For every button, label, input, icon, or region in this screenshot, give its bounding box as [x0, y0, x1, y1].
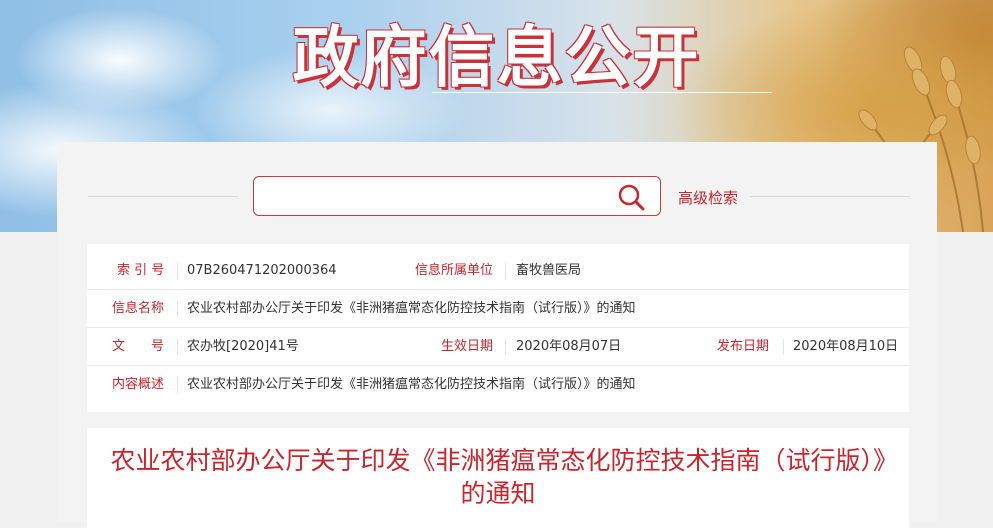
search-input[interactable]: [262, 181, 606, 213]
info-name-value: 农业农村部办公厅关于印发《非洲猪瘟常态化防控技术指南（试行版）》的通知: [187, 301, 636, 316]
meta-separator: [177, 263, 178, 279]
article-card: 农业农村部办公厅关于印发《非洲猪瘟常态化防控技术指南（试行版）》的通知: [87, 428, 909, 528]
meta-separator: [177, 301, 178, 317]
meta-row-summary: 内容概述 农业农村部办公厅关于印发《非洲猪瘟常态化防控技术指南（试行版）》的通知: [87, 366, 909, 404]
info-metadata-table: 索 引 号 07B260471202000364 信息所属单位 畜牧兽医局 信息…: [87, 244, 909, 412]
article-title: 农业农村部办公厅关于印发《非洲猪瘟常态化防控技术指南（试行版）》的通知: [110, 446, 886, 508]
search-divider-left: [88, 196, 238, 197]
search-bar: 高级检索: [88, 176, 910, 218]
unit-value: 畜牧兽医局: [516, 263, 582, 278]
doc-number-label: 文 号: [112, 339, 165, 354]
search-icon[interactable]: [616, 182, 646, 212]
index-number-value: 07B260471202000364: [187, 263, 337, 278]
publish-date-value: 2020年08月10日: [793, 339, 899, 354]
meta-row-doc: 文 号 农办牧[2020]41号 生效日期 2020年08月07日 发布日期 2…: [87, 328, 909, 366]
banner-title: 政府信息公开: [292, 19, 701, 96]
search-box[interactable]: [253, 176, 661, 216]
unit-label: 信息所属单位: [415, 263, 494, 278]
meta-separator: [177, 377, 178, 393]
search-divider-right: [750, 196, 910, 197]
meta-row-index: 索 引 号 07B260471202000364 信息所属单位 畜牧兽医局: [87, 252, 909, 290]
meta-separator: [505, 263, 506, 279]
meta-separator: [177, 339, 178, 355]
publish-date-label: 发布日期: [717, 339, 770, 354]
advanced-search-link[interactable]: 高级检索: [678, 187, 738, 208]
info-name-label: 信息名称: [112, 301, 165, 316]
meta-separator: [505, 339, 506, 355]
meta-separator: [783, 339, 784, 355]
doc-number-value: 农办牧[2020]41号: [187, 339, 299, 354]
effective-date-value: 2020年08月07日: [516, 339, 622, 354]
banner-divider: [432, 92, 772, 93]
summary-label: 内容概述: [112, 377, 165, 392]
index-number-label: 索 引 号: [117, 263, 165, 278]
meta-row-name: 信息名称 农业农村部办公厅关于印发《非洲猪瘟常态化防控技术指南（试行版）》的通知: [87, 290, 909, 328]
summary-value: 农业农村部办公厅关于印发《非洲猪瘟常态化防控技术指南（试行版）》的通知: [187, 377, 636, 392]
effective-date-label: 生效日期: [441, 339, 494, 354]
